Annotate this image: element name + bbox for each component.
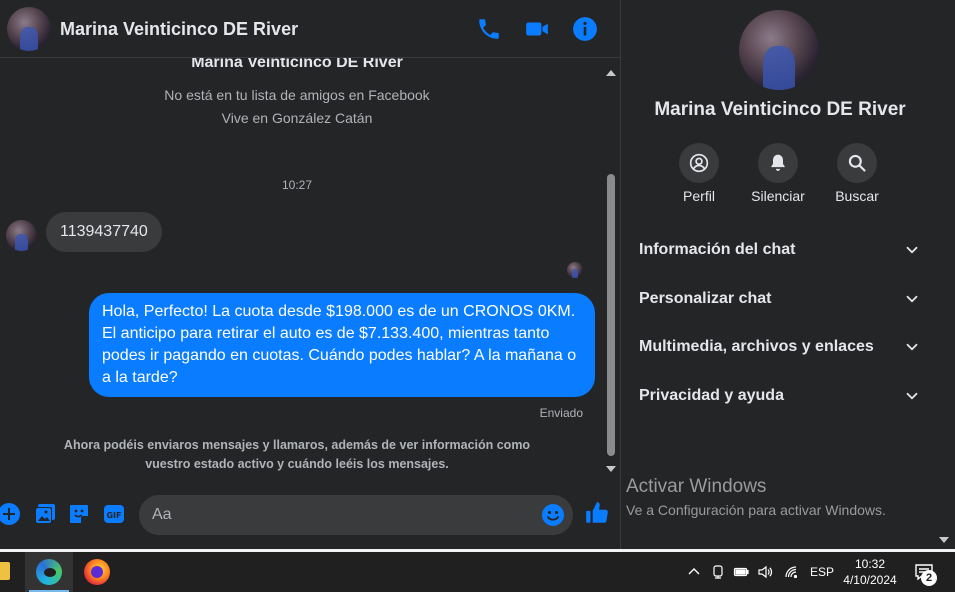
sent-status: Enviado [539,406,583,420]
taskbar-edge[interactable] [25,552,73,592]
gif-icon[interactable]: GIF [102,502,126,526]
activate-windows-watermark: Activar Windows Ve a Configuración para … [626,476,886,518]
messenger-window: Marina Veinticinco DE River Marina Veint… [0,0,955,549]
image-icon[interactable] [33,502,57,526]
message-composer: GIF [0,490,620,540]
message-timestamp: 10:27 [281,178,313,192]
chevron-down-icon [906,343,918,351]
message-scrollbar[interactable] [604,64,618,478]
phone-icon[interactable] [476,16,502,42]
message-list[interactable]: Marina Veinticinco DE River No está en t… [0,58,604,478]
notification-count-badge: 2 [921,570,937,586]
sidebar-scroll-down-arrow[interactable] [939,537,949,543]
messaging-notice: Ahora podéis enviaros mensajes y llamaro… [63,438,531,471]
scroll-thumb[interactable] [607,174,615,456]
taskbar-clock[interactable]: 10:32 4/10/2024 [836,556,904,588]
language-indicator[interactable]: ESP [810,565,834,579]
section-label: Multimedia, archivos y enlaces [639,338,874,355]
chevron-down-icon [906,246,918,254]
section-label: Personalizar chat [639,290,772,307]
watermark-title: Activar Windows [626,476,767,497]
profile-icon[interactable] [679,143,719,183]
section-media-files[interactable]: Multimedia, archivos y enlaces [639,332,921,362]
location-info: Vive en González Catán [221,110,373,126]
chevron-down-icon [906,295,918,303]
outgoing-message[interactable]: Hola, Perfecto! La cuota desde $198.000 … [89,293,595,397]
emoji-icon[interactable] [541,503,565,527]
file-explorer-icon[interactable] [0,562,10,580]
chevron-up-icon[interactable] [686,564,702,580]
sidebar-contact-name: Marina Veinticinco DE River [654,99,906,120]
profile-button[interactable]: Perfil [659,143,739,204]
svg-text:GIF: GIF [106,511,121,520]
message-input[interactable] [152,495,532,535]
watermark-subtitle: Ve a Configuración para activar Windows. [626,502,886,518]
chat-panel: Marina Veinticinco DE River Marina Veint… [0,0,620,549]
search-icon[interactable] [837,143,877,183]
section-privacy-help[interactable]: Privacidad y ayuda [639,381,921,411]
contact-name[interactable]: Marina Veinticinco DE River [60,19,298,40]
bell-icon[interactable] [758,143,798,183]
video-icon[interactable] [524,16,550,42]
volume-icon[interactable] [757,564,773,580]
chat-header: Marina Veinticinco DE River [0,0,620,58]
clock-time: 10:32 [854,557,886,571]
section-label: Información del chat [639,241,796,258]
search-label: Buscar [835,188,879,204]
taskbar: ESP 10:32 4/10/2024 2 [0,552,955,592]
clock-date: 4/10/2024 [843,573,897,587]
section-customize-chat[interactable]: Personalizar chat [639,284,921,314]
section-chat-info[interactable]: Información del chat [639,235,921,265]
edge-icon [36,559,62,585]
sender-avatar[interactable] [6,220,37,251]
section-label: Privacidad y ayuda [639,387,784,404]
scroll-down-arrow[interactable] [606,466,616,472]
meet-now-icon[interactable] [710,564,726,580]
message-input-box[interactable] [139,495,573,535]
read-receipt-avatar [567,262,583,278]
chat-info-sidebar: Marina Veinticinco DE River Perfil Silen… [620,0,955,549]
friend-status: No está en tu lista de amigos en Faceboo… [164,87,430,103]
intro-contact-name: Marina Veinticinco DE River [191,58,403,71]
sidebar-avatar[interactable] [739,10,819,90]
like-icon[interactable] [584,500,610,526]
profile-label: Perfil [683,188,715,204]
firefox-icon [84,559,110,585]
mute-label: Silenciar [751,188,805,204]
taskbar-firefox[interactable] [73,552,121,592]
info-icon[interactable] [572,16,598,42]
contact-avatar[interactable] [7,7,51,51]
wifi-icon[interactable] [783,564,799,580]
mute-button[interactable]: Silenciar [738,143,818,204]
search-button[interactable]: Buscar [817,143,897,204]
incoming-message[interactable]: 1139437740 [46,212,162,252]
battery-icon[interactable] [733,564,749,580]
plus-icon[interactable] [0,502,21,526]
chevron-down-icon [906,392,918,400]
sticker-icon[interactable] [67,502,91,526]
scroll-up-arrow[interactable] [606,70,616,76]
